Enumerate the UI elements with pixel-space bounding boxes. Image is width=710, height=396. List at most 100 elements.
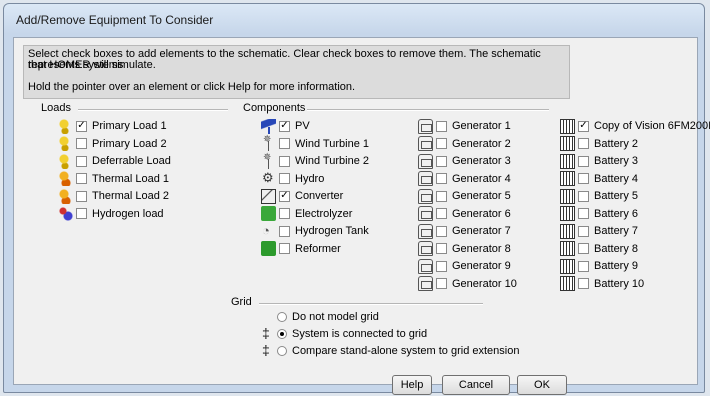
component-label: Reformer: [295, 242, 341, 255]
component-row[interactable]: Hydro: [261, 170, 325, 187]
grid-option-label: System is connected to grid: [292, 328, 428, 340]
ok-button[interactable]: OK: [517, 375, 567, 395]
generator-row[interactable]: Generator 3: [418, 153, 511, 169]
battery-checkbox[interactable]: [578, 225, 589, 237]
load-row[interactable]: Thermal Load 1: [58, 171, 169, 187]
grid-option-radio[interactable]: [277, 329, 287, 339]
generator-label: Generator 3: [452, 155, 511, 167]
component-checkbox[interactable]: ✓: [279, 190, 290, 202]
generator-checkbox[interactable]: [436, 173, 447, 184]
load-row[interactable]: Hydrogen load: [58, 206, 164, 222]
load-row[interactable]: ✓ Primary Load 1: [58, 118, 167, 134]
generator-checkbox[interactable]: [436, 278, 447, 289]
help-button[interactable]: Help: [392, 375, 432, 395]
battery-checkbox[interactable]: ✓: [578, 120, 589, 132]
component-row[interactable]: Wind Turbine 1: [261, 134, 369, 152]
load-row[interactable]: Thermal Load 2: [58, 188, 169, 204]
grid-option-row[interactable]: Do not model grid: [259, 309, 379, 325]
component-checkbox[interactable]: [279, 138, 290, 149]
deferrable-load-icon: [58, 153, 73, 169]
loads-group-label: Loads: [41, 102, 71, 114]
generator-checkbox[interactable]: [436, 155, 447, 167]
generator-row[interactable]: Generator 8: [418, 241, 511, 257]
component-checkbox[interactable]: [279, 173, 290, 184]
grid-option-radio[interactable]: [277, 312, 287, 322]
battery-checkbox[interactable]: [578, 138, 589, 149]
generator-checkbox[interactable]: [436, 120, 447, 132]
battery-row[interactable]: ✓ Copy of Vision 6FM200I: [560, 118, 710, 134]
battery-checkbox[interactable]: [578, 208, 589, 219]
battery-checkbox[interactable]: [578, 155, 589, 167]
generator-checkbox[interactable]: [436, 190, 447, 202]
generator-icon: [418, 223, 433, 239]
component-checkbox[interactable]: [279, 243, 290, 254]
battery-row[interactable]: Battery 6: [560, 206, 638, 222]
component-row[interactable]: Reformer: [261, 241, 341, 257]
grid-group-label: Grid: [231, 296, 252, 308]
load-checkbox[interactable]: ✓: [76, 120, 87, 132]
primary-load-icon: [58, 136, 73, 151]
generator-label: Generator 2: [452, 137, 511, 150]
load-row[interactable]: Primary Load 2: [58, 136, 167, 152]
generator-icon: [418, 206, 433, 221]
component-checkbox[interactable]: [279, 155, 290, 167]
battery-checkbox[interactable]: [578, 243, 589, 254]
battery-row[interactable]: Battery 8: [560, 241, 638, 257]
generator-row[interactable]: Generator 10: [418, 276, 517, 292]
battery-checkbox[interactable]: [578, 190, 589, 202]
blank-icon: [259, 310, 274, 325]
battery-checkbox[interactable]: [578, 173, 589, 184]
generator-checkbox[interactable]: [436, 208, 447, 219]
battery-row[interactable]: Battery 10: [560, 276, 644, 292]
battery-checkbox[interactable]: [578, 278, 589, 289]
generator-icon: [418, 171, 433, 186]
generator-checkbox[interactable]: [436, 243, 447, 254]
dialog-client-area: Select check boxes to add elements to th…: [13, 37, 710, 395]
component-row[interactable]: Wind Turbine 2: [261, 152, 369, 169]
battery-row[interactable]: Battery 2: [560, 136, 638, 152]
load-row[interactable]: Deferrable Load: [58, 153, 171, 169]
component-row[interactable]: ✓ PV: [261, 118, 310, 134]
load-checkbox[interactable]: [76, 208, 87, 219]
battery-row[interactable]: Battery 4: [560, 171, 638, 187]
cancel-button[interactable]: Cancel: [442, 375, 510, 395]
battery-row[interactable]: Battery 9: [560, 258, 638, 274]
grid-option-row[interactable]: System is connected to grid: [259, 325, 428, 342]
battery-checkbox[interactable]: [578, 260, 589, 272]
battery-row[interactable]: Battery 3: [560, 153, 638, 169]
battery-label: Battery 7: [594, 225, 639, 237]
component-label: Hydro: [295, 172, 325, 185]
load-checkbox[interactable]: [76, 173, 87, 184]
generator-checkbox[interactable]: [436, 225, 447, 237]
generator-row[interactable]: Generator 6: [418, 206, 511, 222]
grid-option-radio[interactable]: [277, 346, 287, 356]
component-row[interactable]: Electrolyzer: [261, 206, 352, 222]
load-checkbox[interactable]: [76, 155, 87, 167]
battery-icon: [560, 171, 575, 186]
load-checkbox[interactable]: [76, 138, 87, 149]
thermal-load-icon: [58, 188, 73, 204]
grid-option-row[interactable]: Compare stand-alone system to grid exten…: [259, 342, 519, 359]
component-row[interactable]: Hydrogen Tank: [261, 223, 369, 239]
generator-label: Generator 10: [452, 277, 517, 290]
battery-row[interactable]: Battery 5: [560, 188, 638, 204]
battery-icon: [560, 241, 575, 256]
generator-row[interactable]: Generator 7: [418, 223, 511, 239]
generator-checkbox[interactable]: [436, 260, 447, 272]
component-label: Electrolyzer: [295, 207, 353, 220]
battery-row[interactable]: Battery 7: [560, 223, 638, 239]
generator-row[interactable]: Generator 9: [418, 258, 511, 274]
generator-label: Generator 6: [452, 207, 511, 220]
component-checkbox[interactable]: [279, 225, 290, 237]
generator-row[interactable]: Generator 5: [418, 188, 511, 204]
generator-row[interactable]: Generator 4: [418, 171, 511, 187]
generator-checkbox[interactable]: [436, 138, 447, 149]
component-checkbox[interactable]: ✓: [279, 120, 290, 132]
hydrogen-load-icon: [58, 206, 73, 221]
component-row[interactable]: ✓ Converter: [261, 188, 343, 204]
component-checkbox[interactable]: [279, 208, 290, 219]
load-checkbox[interactable]: [76, 190, 87, 202]
components-group-label: Components: [243, 102, 306, 114]
generator-row[interactable]: Generator 2: [418, 136, 511, 152]
generator-row[interactable]: Generator 1: [418, 118, 511, 134]
